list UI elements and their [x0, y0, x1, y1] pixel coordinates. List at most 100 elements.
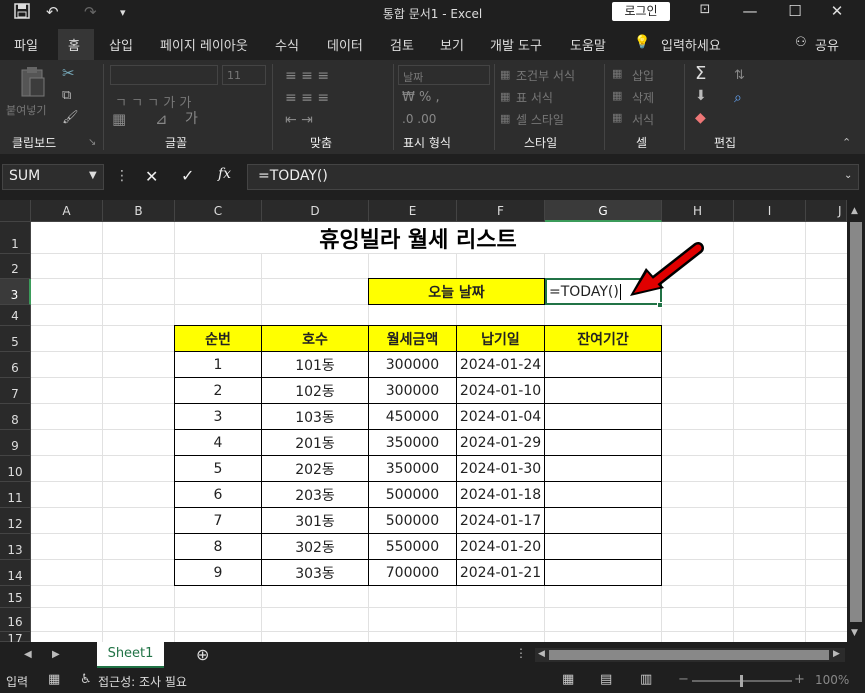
- number-format-box[interactable]: 날짜: [398, 65, 490, 85]
- paste-label[interactable]: 붙여넣기: [6, 102, 46, 118]
- table-cell-due[interactable]: 2024-01-18: [456, 481, 545, 508]
- table-cell-rent[interactable]: 350000: [368, 455, 457, 482]
- fill-color-icon[interactable]: ⊿: [155, 110, 168, 128]
- row-header-1[interactable]: 1: [0, 222, 31, 254]
- row-header-9[interactable]: 9: [0, 430, 31, 456]
- row-header-17[interactable]: 17: [0, 632, 31, 642]
- table-header-due[interactable]: 납기일: [456, 325, 545, 352]
- table-cell-unit[interactable]: 201동: [261, 429, 369, 456]
- table-cell-rent[interactable]: 500000: [368, 507, 457, 534]
- table-cell-due[interactable]: 2024-01-20: [456, 533, 545, 560]
- confirm-entry-icon[interactable]: ✓: [181, 166, 194, 185]
- row-header-14[interactable]: 14: [0, 560, 31, 586]
- more-options-icon[interactable]: ⋮: [115, 168, 129, 184]
- row-header-12[interactable]: 12: [0, 508, 31, 534]
- zoom-in-icon[interactable]: +: [794, 672, 805, 687]
- table-cell-remaining[interactable]: [544, 403, 662, 430]
- table-cell-due[interactable]: 2024-01-30: [456, 455, 545, 482]
- row-header-5[interactable]: 5: [0, 326, 31, 352]
- table-cell-seq[interactable]: 3: [174, 403, 262, 430]
- table-cell-unit[interactable]: 103동: [261, 403, 369, 430]
- border-icon[interactable]: ▦: [112, 110, 126, 128]
- font-name-box[interactable]: [110, 65, 218, 85]
- formula-input[interactable]: =TODAY(): [247, 164, 859, 190]
- table-header-remaining[interactable]: 잔여기간: [544, 325, 662, 352]
- scroll-left-icon[interactable]: ◀: [538, 649, 545, 659]
- scroll-up-icon[interactable]: ▲: [851, 206, 858, 216]
- align-top-icon[interactable]: ≡ ≡ ≡: [285, 68, 329, 84]
- font-size-box[interactable]: 11: [222, 65, 266, 85]
- table-cell-due[interactable]: 2024-01-29: [456, 429, 545, 456]
- table-cell-remaining[interactable]: [544, 429, 662, 456]
- row-header-16[interactable]: 16: [0, 608, 31, 632]
- table-cell-seq[interactable]: 8: [174, 533, 262, 560]
- cut-icon[interactable]: ✂: [62, 64, 75, 82]
- column-header-i[interactable]: I: [734, 200, 806, 222]
- page-layout-view-icon[interactable]: ▤: [600, 672, 612, 687]
- format-cells-button[interactable]: 서식: [632, 111, 654, 128]
- insert-function-icon[interactable]: fx: [218, 166, 231, 182]
- scroll-right-icon[interactable]: ▶: [833, 649, 840, 659]
- column-header-f[interactable]: F: [457, 200, 545, 222]
- close-icon[interactable]: ✕: [822, 2, 852, 20]
- align-left-icon[interactable]: ≡ ≡ ≡: [285, 90, 329, 106]
- table-cell-unit[interactable]: 302동: [261, 533, 369, 560]
- table-cell-due[interactable]: 2024-01-21: [456, 559, 545, 586]
- name-box-dropdown-icon[interactable]: ▼: [89, 170, 97, 181]
- table-cell-remaining[interactable]: [544, 481, 662, 508]
- table-cell-remaining[interactable]: [544, 533, 662, 560]
- sort-filter-icon[interactable]: ⇅: [734, 68, 745, 83]
- zoom-slider-thumb[interactable]: [740, 675, 743, 687]
- expand-formula-icon[interactable]: ⌄: [844, 170, 852, 181]
- ribbon-display-icon[interactable]: ⊡: [690, 2, 720, 17]
- clear-icon[interactable]: ◆: [695, 110, 706, 126]
- zoom-out-icon[interactable]: −: [678, 672, 689, 687]
- table-cell-unit[interactable]: 203동: [261, 481, 369, 508]
- table-cell-seq[interactable]: 4: [174, 429, 262, 456]
- row-header-15[interactable]: 15: [0, 586, 31, 608]
- table-cell-unit[interactable]: 303동: [261, 559, 369, 586]
- table-cell-unit[interactable]: 101동: [261, 351, 369, 378]
- column-header-a[interactable]: A: [31, 200, 103, 222]
- delete-cells-button[interactable]: 삭제: [632, 89, 654, 106]
- share-button[interactable]: 공유: [815, 35, 839, 54]
- dialog-launcher-icon[interactable]: ↘: [88, 137, 96, 148]
- tab-home[interactable]: 홈: [68, 35, 80, 54]
- prev-sheet-icon[interactable]: ◀: [24, 649, 32, 660]
- table-cell-due[interactable]: 2024-01-17: [456, 507, 545, 534]
- row-header-10[interactable]: 10: [0, 456, 31, 482]
- format-painter-icon[interactable]: 🖌: [62, 110, 79, 125]
- row-header-11[interactable]: 11: [0, 482, 31, 508]
- row-header-7[interactable]: 7: [0, 378, 31, 404]
- tab-file[interactable]: 파일: [14, 35, 38, 54]
- scroll-down-icon[interactable]: ▼: [851, 628, 858, 638]
- find-icon[interactable]: ⌕: [734, 90, 742, 106]
- column-header-c[interactable]: C: [175, 200, 262, 222]
- tab-view[interactable]: 보기: [440, 35, 464, 54]
- more-sheets-icon[interactable]: ⋮: [515, 646, 527, 660]
- tab-review[interactable]: 검토: [390, 35, 414, 54]
- sheet-tab-sheet1[interactable]: Sheet1: [97, 642, 164, 668]
- accessibility-status[interactable]: 접근성: 조사 필요: [98, 673, 187, 690]
- vertical-scrollbar[interactable]: ▲ ▼: [847, 200, 865, 642]
- table-cell-remaining[interactable]: [544, 507, 662, 534]
- normal-view-icon[interactable]: ▦: [562, 672, 574, 687]
- table-cell-rent[interactable]: 500000: [368, 481, 457, 508]
- table-cell-due[interactable]: 2024-01-10: [456, 377, 545, 404]
- accessibility-icon[interactable]: ♿: [80, 672, 92, 687]
- table-cell-due[interactable]: 2024-01-24: [456, 351, 545, 378]
- insert-cells-button[interactable]: 삽입: [632, 67, 654, 84]
- table-cell-due[interactable]: 2024-01-04: [456, 403, 545, 430]
- maximize-icon[interactable]: ☐: [780, 2, 810, 20]
- row-header-6[interactable]: 6: [0, 352, 31, 378]
- row-header-8[interactable]: 8: [0, 404, 31, 430]
- horizontal-scrollbar[interactable]: ◀ ▶: [535, 648, 845, 662]
- zoom-level[interactable]: 100%: [815, 673, 849, 687]
- column-header-g[interactable]: G: [545, 200, 662, 222]
- table-cell-unit[interactable]: 202동: [261, 455, 369, 482]
- row-header-13[interactable]: 13: [0, 534, 31, 560]
- tab-help[interactable]: 도움말: [570, 35, 606, 54]
- row-header-2[interactable]: 2: [0, 254, 31, 279]
- next-sheet-icon[interactable]: ▶: [52, 649, 60, 660]
- font-color-icon[interactable]: 가: [185, 108, 198, 128]
